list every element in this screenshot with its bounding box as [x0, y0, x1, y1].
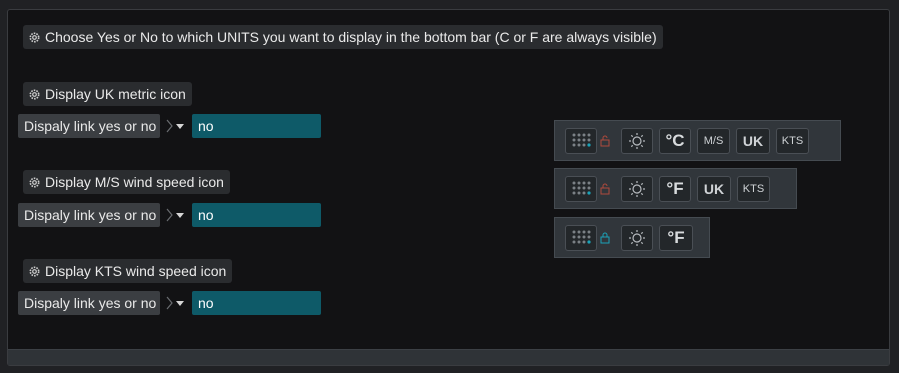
grid-menu-button[interactable]: [565, 224, 597, 251]
units-title-text: Choose Yes or No to which UNITS you want…: [45, 29, 657, 45]
kts-display-select[interactable]: no: [192, 291, 321, 315]
gear-icon: [28, 31, 41, 44]
section-ms-heading-text: Display M/S wind speed icon: [45, 174, 224, 190]
preview-bar-3: °F: [554, 217, 710, 258]
fahrenheit-button[interactable]: °F: [659, 175, 691, 202]
uk-button[interactable]: UK: [736, 127, 770, 154]
uk-display-select[interactable]: no: [192, 114, 321, 138]
sun-button[interactable]: [621, 127, 653, 154]
lock-open-icon: [600, 183, 610, 195]
arrow-icon: [160, 114, 192, 138]
ms-display-select[interactable]: no: [192, 203, 321, 227]
ms-button[interactable]: M/S: [697, 127, 730, 154]
bottom-bar: [8, 349, 889, 365]
section-uk-heading-text: Display UK metric icon: [45, 86, 186, 102]
units-title: Choose Yes or No to which UNITS you want…: [23, 25, 663, 49]
celsius-button[interactable]: °C: [659, 127, 691, 154]
section-ms-heading: Display M/S wind speed icon: [23, 170, 230, 194]
preview-bar-2: °F UK KTS: [554, 168, 797, 209]
section-kts-heading-text: Display KTS wind speed icon: [45, 263, 227, 279]
lock-icon: [600, 232, 610, 244]
uk-display-label: Dispaly link yes or no: [18, 114, 160, 138]
grid-menu-button[interactable]: [565, 175, 597, 202]
fahrenheit-button[interactable]: °F: [659, 224, 693, 251]
kts-button[interactable]: KTS: [776, 127, 809, 154]
ms-display-row: Dispaly link yes or no no: [18, 203, 321, 227]
uk-button[interactable]: UK: [697, 175, 731, 202]
lock-open-icon: [600, 135, 610, 147]
grid-menu-button[interactable]: [565, 127, 597, 154]
settings-panel: Choose Yes or No to which UNITS you want…: [7, 9, 890, 366]
gear-icon: [28, 265, 41, 278]
ms-display-label: Dispaly link yes or no: [18, 203, 160, 227]
section-kts-heading: Display KTS wind speed icon: [23, 259, 233, 283]
sun-button[interactable]: [621, 224, 653, 251]
gear-icon: [28, 88, 41, 101]
arrow-icon: [160, 291, 192, 315]
uk-display-row: Dispaly link yes or no no: [18, 114, 321, 138]
kts-button[interactable]: KTS: [737, 175, 770, 202]
arrow-icon: [160, 203, 192, 227]
kts-display-label: Dispaly link yes or no: [18, 291, 160, 315]
section-uk-heading: Display UK metric icon: [23, 82, 192, 106]
kts-display-row: Dispaly link yes or no no: [18, 291, 321, 315]
gear-icon: [28, 176, 41, 189]
preview-bar-1: °C M/S UK KTS: [554, 120, 841, 161]
sun-button[interactable]: [621, 175, 653, 202]
